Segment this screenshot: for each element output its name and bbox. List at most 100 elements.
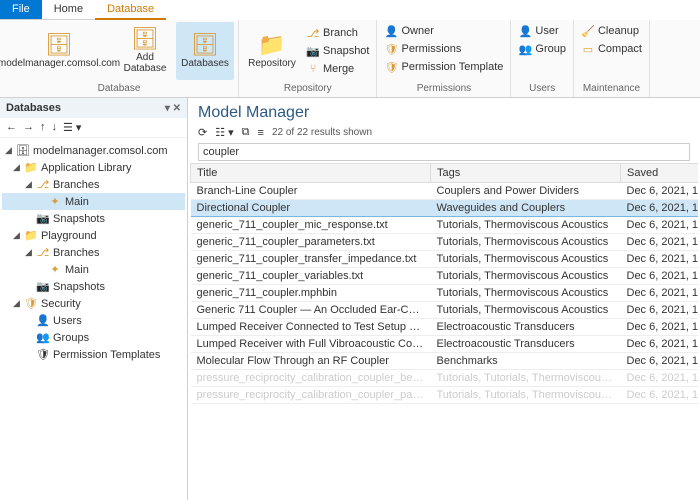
pin-icon[interactable]: ▾ ✕ [165,103,181,114]
sidebar-header: Databases ▾ ✕ [0,98,187,118]
tree-security[interactable]: ◢🛡Security [2,295,185,312]
snapshot-icon: 📷 [36,212,50,225]
cleanup-button[interactable]: 🧹Cleanup [578,22,645,40]
tree-root[interactable]: ◢🗄modelmanager.comsol.com [2,142,185,159]
table-row[interactable]: Generic 711 Coupler — An Occluded Ear-Ca… [191,302,699,319]
branch-icon: ⎇ [306,27,320,40]
table-row[interactable]: pressure_reciprocity_calibration_coupler… [191,370,699,387]
folder-icon: 📁 [258,34,285,56]
tree-expand-icon[interactable]: ☰ ▾ [63,121,81,134]
permission-template-button[interactable]: 🛡Permission Template [381,58,506,76]
shield-icon: 🛡 [24,297,38,310]
menu-file[interactable]: File [0,0,42,20]
tree-main-branch[interactable]: ✦Main [2,193,185,210]
refresh-icon[interactable]: ⟳ [198,126,207,139]
main-panel: Model Manager ⟳ ☷ ▾ ⧉ ≡ 22 of 22 results… [188,98,700,500]
result-count: 22 of 22 results shown [272,127,372,138]
database-icon: 🗄 [45,34,73,56]
ribbon-group-maintenance: Maintenance [578,82,645,95]
branch-button[interactable]: ⎇Branch [303,24,372,42]
tree-main-branch-2[interactable]: ✦Main [2,261,185,278]
branch-leaf-icon: ✦ [48,263,62,276]
table-row[interactable]: generic_711_coupler_mic_response.txtTuto… [191,217,699,234]
branch-icon: ⎇ [36,246,50,259]
snapshot-icon: 📷 [36,280,50,293]
database-icon: 🗄 [16,144,30,157]
ribbon-group-permissions: Permissions [381,82,506,95]
branch-icon: ⎇ [36,178,50,191]
menu-database[interactable]: Database [95,0,166,20]
owner-button[interactable]: 👤Owner [381,22,506,40]
menu-home[interactable]: Home [42,0,95,20]
table-row[interactable]: generic_711_coupler_transfer_impedance.t… [191,251,699,268]
database-add-icon: 🗄 [131,28,159,50]
user-icon: 👤 [36,314,50,327]
tree-users[interactable]: 👤Users [2,312,185,329]
tree-snapshots-2[interactable]: 📷Snapshots [2,278,185,295]
databases-button[interactable]: 🗄 Databases [176,22,234,80]
shield-icon: 🛡 [384,43,398,56]
broom-icon: 🧹 [581,25,595,38]
tree-playground[interactable]: ◢📁Playground [2,227,185,244]
tree-branches[interactable]: ◢⎇Branches [2,176,185,193]
results-grid: Title Tags Saved Branch-Line CouplerCoup… [190,163,698,500]
table-row[interactable]: Lumped Receiver with Full Vibroacoustic … [191,336,699,353]
table-row[interactable]: Lumped Receiver Connected to Test Setup … [191,319,699,336]
snapshot-icon: 📷 [306,45,320,58]
main-toolbar: ⟳ ☷ ▾ ⧉ ≡ 22 of 22 results shown [188,124,700,141]
group-icon: 👥 [36,331,50,344]
connection-button[interactable]: 🗄 modelmanager.comsol.com [4,22,114,80]
list-icon[interactable]: ≡ [258,127,264,139]
sidebar: Databases ▾ ✕ ← → ↑ ↓ ☰ ▾ ◢🗄modelmanager… [0,98,188,500]
ribbon-group-repository: Repository [243,82,372,95]
col-title[interactable]: Title [191,164,431,183]
menu-bar: File Home Database [0,0,700,20]
search-input[interactable]: coupler [198,143,690,161]
tree-permission-templates[interactable]: 🛡Permission Templates [2,346,185,363]
ribbon-group-users: Users [515,82,569,95]
databases-icon: 🗄 [191,34,219,56]
table-row[interactable]: pressure_reciprocity_calibration_coupler… [191,387,699,404]
group-button[interactable]: 👥Group [515,40,569,58]
filter-icon[interactable]: ⧉ [242,126,250,139]
page-title: Model Manager [188,98,700,124]
shield-icon: 🛡 [36,348,50,361]
group-icon: 👥 [518,43,532,56]
merge-icon: ⑂ [306,63,320,75]
merge-button[interactable]: ⑂Merge [303,60,372,78]
sidebar-title: Databases [6,102,61,114]
tree-up-icon[interactable]: ↑ [40,121,46,134]
tree-prev-icon[interactable]: ← [6,121,17,134]
ribbon: 🗄 modelmanager.comsol.com 🗄 Add Database… [0,20,700,98]
folder-icon: 📁 [24,161,38,174]
col-tags[interactable]: Tags [431,164,621,183]
compact-button[interactable]: ▭Compact [578,40,645,58]
tree-app-library[interactable]: ◢📁Application Library [2,159,185,176]
ribbon-group-database: Database [4,82,234,95]
table-row[interactable]: Molecular Flow Through an RF CouplerBenc… [191,353,699,370]
shield-template-icon: 🛡 [384,61,398,74]
repository-button[interactable]: 📁 Repository [243,22,301,80]
table-row[interactable]: generic_711_coupler_variables.txtTutoria… [191,268,699,285]
tree-branches-2[interactable]: ◢⎇Branches [2,244,185,261]
database-tree: ◢🗄modelmanager.comsol.com ◢📁Application … [0,138,187,500]
tree-down-icon[interactable]: ↓ [52,121,58,134]
table-row[interactable]: generic_711_coupler_parameters.txtTutori… [191,234,699,251]
table-row[interactable]: generic_711_coupler.mphbinTutorials, The… [191,285,699,302]
snapshot-button[interactable]: 📷Snapshot [303,42,372,60]
tree-snapshots[interactable]: 📷Snapshots [2,210,185,227]
tree-next-icon[interactable]: → [23,121,34,134]
tree-view-icon[interactable]: ☷ ▾ [215,126,233,139]
sidebar-toolbar: ← → ↑ ↓ ☰ ▾ [0,118,187,138]
add-database-button[interactable]: 🗄 Add Database [116,22,174,80]
table-row[interactable]: Branch-Line CouplerCouplers and Power Di… [191,183,699,200]
user-icon: 👤 [518,25,532,38]
table-row[interactable]: Directional CouplerWaveguides and Couple… [191,200,699,217]
col-saved[interactable]: Saved [621,164,699,183]
branch-leaf-icon: ✦ [48,195,62,208]
tree-groups[interactable]: 👥Groups [2,329,185,346]
folder-icon: 📁 [24,229,38,242]
user-button[interactable]: 👤User [515,22,569,40]
permissions-button[interactable]: 🛡Permissions [381,40,506,58]
compact-icon: ▭ [581,43,595,56]
